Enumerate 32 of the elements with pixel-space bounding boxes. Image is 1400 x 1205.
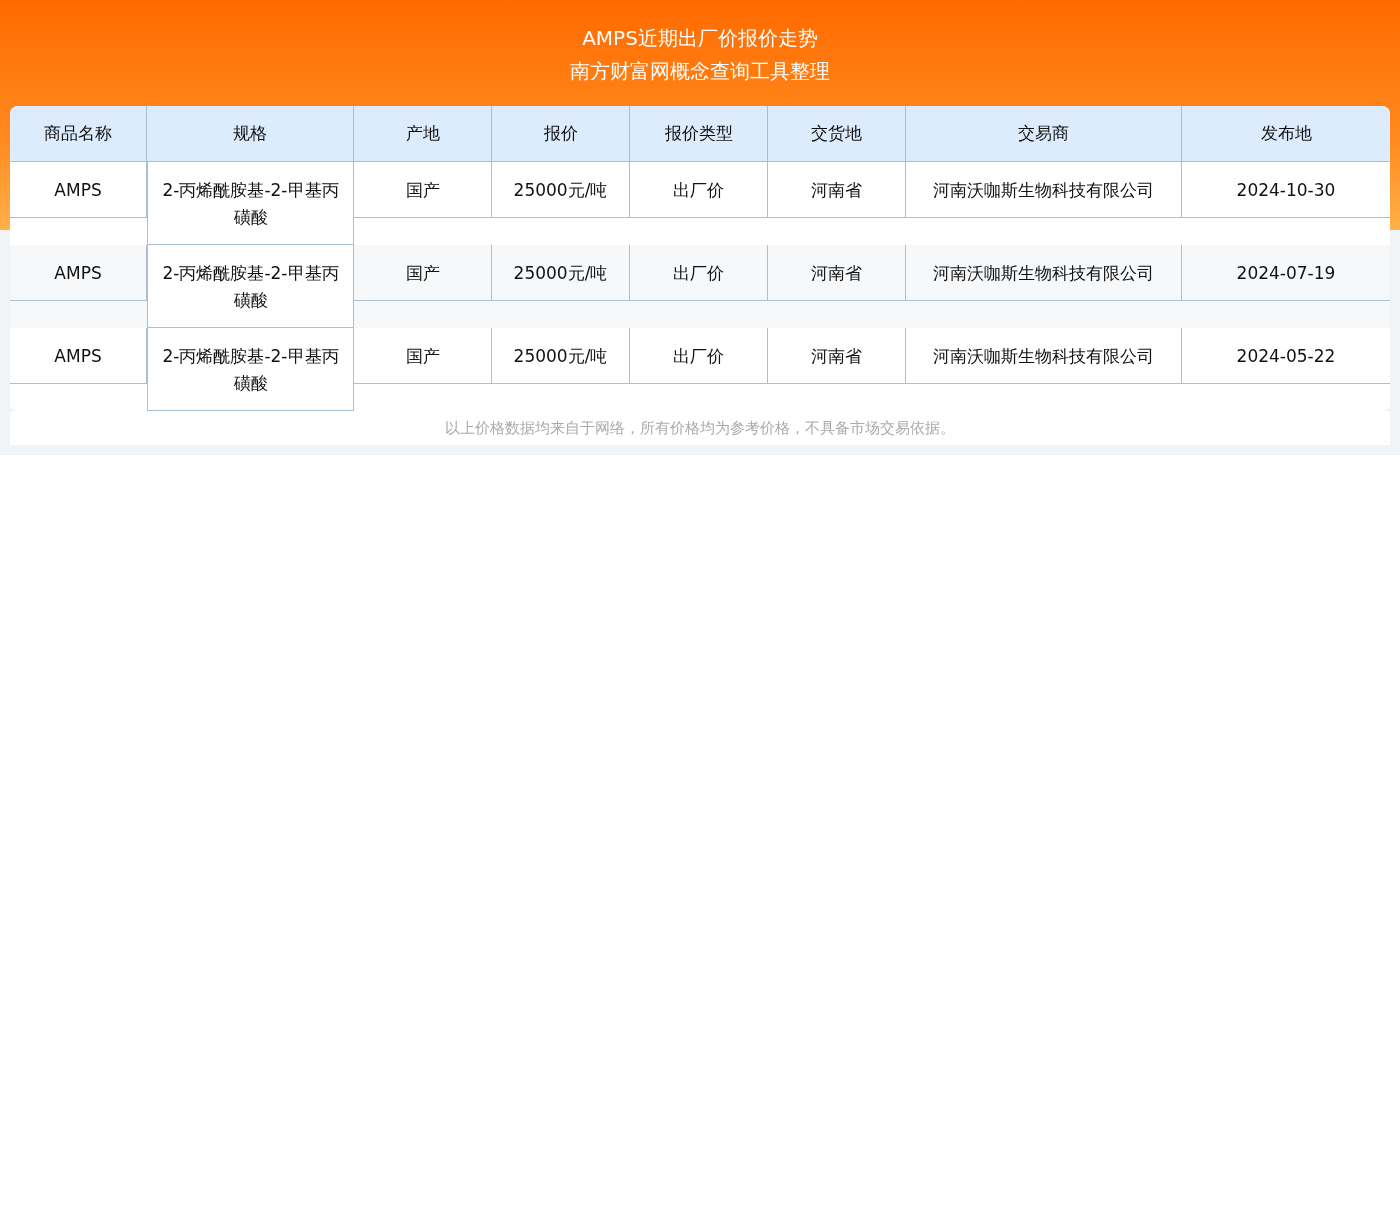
- table-cell: 2-丙烯酰胺基-2-甲基丙磺酸: [147, 162, 354, 245]
- table-cell: 2024-10-30: [1182, 162, 1390, 218]
- column-header: 规格: [147, 106, 354, 162]
- table-cell: 河南沃咖斯生物科技有限公司: [906, 245, 1182, 301]
- table-cell: 出厂价: [630, 162, 768, 218]
- column-header: 交货地: [768, 106, 906, 162]
- table-cell: 25000元/吨: [492, 162, 630, 218]
- table-cell: 国产: [354, 162, 492, 218]
- table-cell: 河南省: [768, 162, 906, 218]
- table-cell: 2-丙烯酰胺基-2-甲基丙磺酸: [147, 245, 354, 328]
- column-header: 产地: [354, 106, 492, 162]
- table-cell: 出厂价: [630, 328, 768, 384]
- table-cell: 2024-05-22: [1182, 328, 1390, 384]
- column-header: 报价: [492, 106, 630, 162]
- table-cell: 25000元/吨: [492, 328, 630, 384]
- page-title: AMPS近期出厂价报价走势: [582, 25, 818, 52]
- table-cell: 国产: [354, 328, 492, 384]
- column-header: 报价类型: [630, 106, 768, 162]
- disclaimer-text: 以上价格数据均来自于网络，所有价格均为参考价格，不具备市场交易依据。: [10, 411, 1390, 445]
- table-cell: 国产: [354, 245, 492, 301]
- table-cell: 2-丙烯酰胺基-2-甲基丙磺酸: [147, 328, 354, 411]
- table-cell: 25000元/吨: [492, 245, 630, 301]
- page-subtitle: 南方财富网概念查询工具整理: [570, 58, 830, 85]
- column-header: 商品名称: [10, 106, 147, 162]
- column-header: 交易商: [906, 106, 1182, 162]
- column-header: 发布地: [1182, 106, 1390, 162]
- table-cell: 河南省: [768, 245, 906, 301]
- table-cell: 河南沃咖斯生物科技有限公司: [906, 328, 1182, 384]
- table-cell: 河南省: [768, 328, 906, 384]
- table-cell: 2024-07-19: [1182, 245, 1390, 301]
- table-cell: 出厂价: [630, 245, 768, 301]
- table-cell: 河南沃咖斯生物科技有限公司: [906, 162, 1182, 218]
